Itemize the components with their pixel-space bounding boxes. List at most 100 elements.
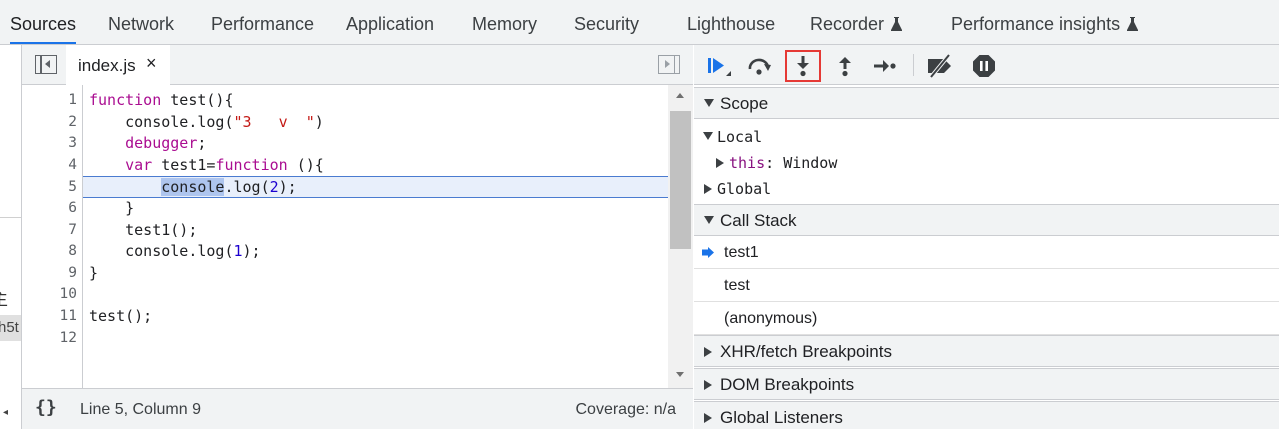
editor-scrollbar[interactable] xyxy=(668,85,693,388)
code-text: console.log(2); xyxy=(161,178,297,197)
collapse-triangle-icon xyxy=(704,380,712,390)
expand-triangle-icon xyxy=(704,99,714,107)
step-icon xyxy=(874,60,896,72)
step-into-icon xyxy=(797,56,809,77)
tab-label: Security xyxy=(574,14,640,34)
section-title: Call Stack xyxy=(720,211,797,230)
pause-on-exceptions-button[interactable] xyxy=(966,50,1002,82)
section-title: XHR/fetch Breakpoints xyxy=(720,342,892,361)
coverage-status[interactable]: Coverage: n/a xyxy=(575,401,676,419)
global-listeners-section-header[interactable]: Global Listeners xyxy=(694,401,1279,429)
current-execution-line: 5 console.log(2); xyxy=(68,176,668,198)
editor-tab-bar: index.js × xyxy=(22,45,693,85)
section-title: DOM Breakpoints xyxy=(720,375,855,394)
scope-local[interactable]: Local xyxy=(694,124,1279,150)
scope-global[interactable]: Global xyxy=(694,176,1279,202)
file-tab-label: index.js xyxy=(78,56,136,75)
code-text: debugger; xyxy=(89,134,207,153)
tab-performance-insights[interactable]: Performance insights xyxy=(951,0,1139,44)
code-line: 3 debugger; xyxy=(22,133,668,155)
selected-token: console xyxy=(161,178,225,197)
scope-property-this[interactable]: this: Window xyxy=(694,150,1279,176)
collapse-triangle-icon xyxy=(704,413,712,423)
dom-breakpoints-section-header[interactable]: DOM Breakpoints xyxy=(694,368,1279,400)
code-text: var test1=function (){ xyxy=(89,155,324,174)
deactivate-breakpoints-icon xyxy=(928,54,951,78)
scope-label: Global xyxy=(717,180,772,198)
code-text: } xyxy=(89,263,99,282)
resume-icon xyxy=(708,58,731,76)
tab-performance[interactable]: Performance xyxy=(211,0,314,44)
call-stack-section-header[interactable]: Call Stack xyxy=(694,204,1279,236)
pretty-print-button[interactable]: {} xyxy=(35,397,57,418)
code-line: 8 console.log(1); xyxy=(22,241,668,263)
step-into-button[interactable] xyxy=(785,50,821,82)
pause-on-exceptions-icon xyxy=(973,55,995,77)
collapse-triangle-icon xyxy=(704,184,712,194)
tab-security[interactable]: Security xyxy=(574,0,639,44)
step-button[interactable] xyxy=(867,50,903,82)
collapse-triangle-icon xyxy=(704,347,712,357)
toggle-debugger-icon[interactable] xyxy=(658,55,680,74)
code-text: console.log(1); xyxy=(89,242,261,261)
flask-icon xyxy=(1127,17,1139,31)
tab-sources[interactable]: Sources xyxy=(10,0,77,44)
tab-label: Recorder xyxy=(810,14,885,34)
navigator-text-fragment: 主 xyxy=(0,285,8,310)
tab-label: Memory xyxy=(472,14,538,34)
debugger-sidebar: Scope Local this: Window Global Call Sta… xyxy=(694,45,1279,429)
code-line: 2 console.log("3 v ") xyxy=(22,112,668,134)
line-gutter xyxy=(22,85,83,388)
step-over-button[interactable] xyxy=(742,50,778,82)
code-line: 4 var test1=function (){ xyxy=(22,155,668,177)
tab-lighthouse[interactable]: Lighthouse xyxy=(687,0,775,44)
code-line: 1 function test(){ xyxy=(22,90,668,112)
call-frame[interactable]: test xyxy=(694,269,1279,302)
code-text: } xyxy=(89,199,135,217)
code-line: 10 xyxy=(22,284,668,306)
code-text: test(); xyxy=(89,307,153,325)
tab-label: Performance xyxy=(211,14,315,34)
scrollbar-thumb[interactable] xyxy=(670,111,691,249)
code-line: 11 test(); xyxy=(22,306,668,328)
code-text: console.log("3 v ") xyxy=(89,112,324,131)
toggle-navigator-icon[interactable] xyxy=(35,55,57,74)
tab-application[interactable]: Application xyxy=(346,0,434,44)
call-frame-label: test1 xyxy=(724,244,759,261)
step-out-icon xyxy=(839,57,851,77)
code-line: 12 xyxy=(22,328,668,350)
tab-recorder[interactable]: Recorder xyxy=(810,0,903,44)
xhr-breakpoints-section-header[interactable]: XHR/fetch Breakpoints xyxy=(694,335,1279,367)
call-frame[interactable]: (anonymous) xyxy=(694,302,1279,335)
editor-status-bar: {} Line 5, Column 9 Coverage: n/a xyxy=(22,388,693,429)
tab-label: Performance insights xyxy=(951,14,1121,34)
expand-triangle-icon xyxy=(703,132,713,140)
section-title: Scope xyxy=(720,94,769,113)
source-editor: index.js × 1 function test(){ 2 console.l… xyxy=(22,45,693,429)
expand-triangle-icon xyxy=(704,216,714,224)
scope-section-header[interactable]: Scope xyxy=(694,87,1279,119)
current-frame-arrow-icon xyxy=(702,247,714,258)
call-frame[interactable]: test1 xyxy=(694,236,1279,269)
file-tab-index-js[interactable]: index.js × xyxy=(66,45,170,85)
close-icon[interactable]: × xyxy=(146,53,157,74)
code-line: 7 test1(); xyxy=(22,220,668,242)
navigator-selected-fragment[interactable]: h5t xyxy=(0,315,21,341)
tab-memory[interactable]: Memory xyxy=(472,0,537,44)
resume-button[interactable] xyxy=(700,50,736,82)
code-area[interactable]: 1 function test(){ 2 console.log("3 v ") … xyxy=(22,85,668,388)
devtools-tab-bar: Sources Network Performance Application … xyxy=(0,0,1279,45)
scroll-left-icon[interactable]: ◂ xyxy=(3,407,8,418)
deactivate-breakpoints-button[interactable] xyxy=(922,50,958,82)
tab-network[interactable]: Network xyxy=(108,0,174,44)
code-text: test1(); xyxy=(89,220,198,239)
step-out-button[interactable] xyxy=(827,50,863,82)
tab-label: Network xyxy=(108,14,175,34)
code-line: 9} xyxy=(22,263,668,285)
scroll-up-icon[interactable] xyxy=(676,93,684,98)
tab-label: Lighthouse xyxy=(687,14,776,34)
scope-label: Local xyxy=(717,128,763,146)
scroll-down-icon[interactable] xyxy=(676,372,684,377)
file-navigator-panel: 主 h5t ◂ xyxy=(0,45,22,429)
divider xyxy=(0,217,21,218)
